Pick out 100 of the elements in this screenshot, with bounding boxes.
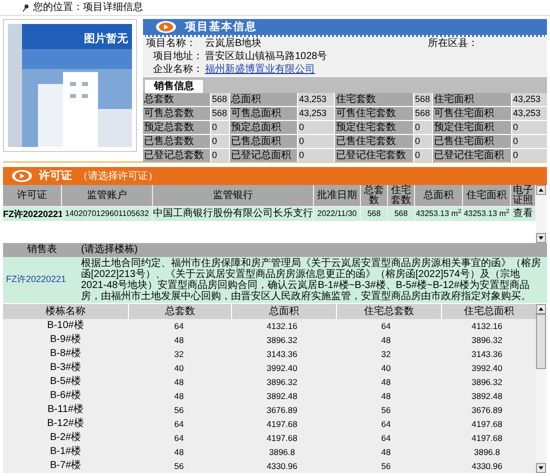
section-hint: （请选择许可证）	[78, 170, 158, 184]
table-cell-text: 48	[173, 390, 185, 403]
description: 根据土地合同约定、福州市住房保障和房产管理局《关于云岚居安置型商品房房源相关事宜的函》（榕房函[2022]213号）、《关于云岚居安置型商品房房源信息更正的函》（榕房函[2022]574号）及（宗地2021-48号地块）安置型商品房回购合同，确认云岚居B-1#楼~B-3#楼、B-5#楼~B-12#楼为安置型商品房，由福州市土地发展中心回购，由晋安区人民政府实施监管，安置型商品房由市政府指定对象购买。	[81, 257, 542, 303]
stat-label: 已登记住宅面积	[433, 149, 511, 162]
table-cell-text: 3896.32	[470, 376, 504, 389]
stat-value: 0	[298, 149, 334, 162]
table-cell: 2022/11/30	[314, 207, 360, 221]
field-value: 云岚居B地块	[205, 38, 262, 49]
table-cell-text: 3143.36	[470, 348, 504, 361]
table-cell: 568	[388, 207, 414, 221]
scrollbar-thumb[interactable]	[536, 314, 546, 369]
table-cell-text: 56	[173, 404, 185, 417]
company-link[interactable]: 福州新盛博置业有限公司	[205, 64, 315, 75]
column-header: 监管银行	[153, 185, 313, 206]
view-link[interactable]: 查看	[511, 207, 535, 221]
table-cell-text: 4197.68	[266, 432, 298, 445]
stat-value: 568	[211, 93, 229, 106]
table-cell-text: 4197.68	[470, 432, 504, 445]
stat-value: 0	[414, 135, 432, 148]
table-cell: 1402070129601105632	[62, 207, 152, 221]
stat-value: 0	[298, 121, 334, 134]
stat-value: 0	[512, 135, 547, 148]
column-header: 楼栋名称	[3, 304, 128, 319]
pin-icon	[22, 4, 29, 12]
column-header: 住宅总套数	[337, 304, 441, 319]
table-cell-text: 3676.89	[266, 404, 298, 417]
table-cell-text: 40	[173, 362, 185, 375]
field-label: 所在区县：	[428, 38, 478, 49]
table-cell-text: 56	[380, 460, 392, 473]
stat-label: 总面积	[230, 93, 297, 106]
table-cell-text: 3896.8	[473, 446, 501, 459]
permit-link[interactable]: FZ许20220221	[6, 273, 66, 287]
table-cell-text: 3896.32	[266, 334, 298, 347]
table-cell-text: 48	[380, 376, 392, 389]
stat-value: 43,253	[298, 107, 334, 120]
table-cell-text: 56	[173, 460, 185, 473]
stat-label: 预定住宅套数	[335, 121, 413, 134]
table-cell-text: 48	[173, 446, 185, 459]
table-cell-text: 56	[380, 404, 392, 417]
stat-label: 预定总套数	[143, 121, 210, 134]
scroll-down-arrow-icon[interactable]	[536, 233, 546, 243]
table-cell-text: 4132.16	[266, 320, 298, 333]
stat-value: 0	[211, 121, 229, 134]
stat-label: 可售住宅面积	[433, 107, 511, 120]
section-title: 许可证	[39, 168, 72, 184]
stat-value: 0	[512, 149, 547, 162]
stat-value: 0	[414, 121, 432, 134]
column-header: 总套数	[129, 304, 231, 319]
scrollbar[interactable]	[536, 304, 547, 473]
scroll-down-arrow-icon[interactable]	[536, 463, 546, 473]
sales-info-tab[interactable]: 销售信息	[145, 80, 203, 93]
table-cell-text: B-12#楼	[46, 417, 85, 431]
scroll-up-arrow-icon[interactable]	[536, 185, 546, 195]
table-cell-text: 3992.40	[266, 362, 298, 375]
table-cell-text: 3896.8	[268, 446, 296, 459]
table-cell-text: B-10#楼	[46, 319, 85, 333]
table-cell-text: 48	[380, 390, 392, 403]
column-header: 电子证照	[511, 185, 535, 206]
scroll-up-arrow-icon[interactable]	[536, 304, 546, 314]
table-cell-text: 4330.96	[470, 460, 504, 473]
column-header: 总面积	[415, 185, 462, 206]
stat-value: 0	[512, 121, 547, 134]
table-cell-text: B-7#楼	[48, 459, 82, 473]
column-header: 住宅套数	[388, 185, 414, 206]
table-cell: 568	[361, 207, 387, 221]
column-header: 住宅总面积	[442, 304, 536, 319]
column-header: 监管账户	[62, 185, 152, 206]
stat-label: 可售总套数	[143, 107, 210, 120]
column-header: 批准日期	[314, 185, 360, 206]
stat-value: 0	[211, 135, 229, 148]
sales-table-hint: (请选择楼栋)	[81, 243, 139, 257]
stat-label: 已售总套数	[143, 135, 210, 148]
table-cell: FZ许20220221	[3, 207, 61, 221]
table-cell-text: 3992.40	[470, 362, 504, 375]
section-title: 项目基本信息	[185, 20, 257, 35]
stat-label: 已登记住宅套数	[335, 149, 413, 162]
field-value: 晋安区鼓山镇福马路1028号	[205, 51, 328, 62]
column-header: 许可证	[3, 185, 61, 206]
column-header: 总套数	[361, 185, 387, 206]
table-cell-text: B-9#楼	[48, 333, 82, 347]
table-cell-text: 64	[380, 320, 392, 333]
table-cell-text: 4330.96	[266, 460, 298, 473]
stat-value: 568	[211, 107, 229, 120]
stat-value: 568	[414, 107, 432, 120]
stat-label: 可售总面积	[230, 107, 297, 120]
scrollbar[interactable]	[536, 185, 547, 243]
stat-label: 已售住宅面积	[433, 135, 511, 148]
table-cell-text: 40	[380, 362, 392, 375]
table-cell-text: 4132.16	[470, 320, 504, 333]
table-cell: 43253.13 m$^{2}$	[463, 207, 510, 221]
table-cell-text: 48	[380, 446, 392, 459]
sales-table-title: 销售表	[26, 243, 58, 257]
table-cell-text: B-8#楼	[48, 347, 82, 361]
table-cell-text: 48	[173, 376, 185, 389]
stat-value: 43,253	[512, 93, 547, 106]
table-cell-text: B-1#楼	[48, 445, 82, 459]
table-cell-text: 64	[380, 432, 392, 445]
stat-label: 已登记总套数	[143, 149, 210, 162]
stat-label: 已售住宅套数	[335, 135, 413, 148]
stat-label: 已售总面积	[230, 135, 297, 148]
